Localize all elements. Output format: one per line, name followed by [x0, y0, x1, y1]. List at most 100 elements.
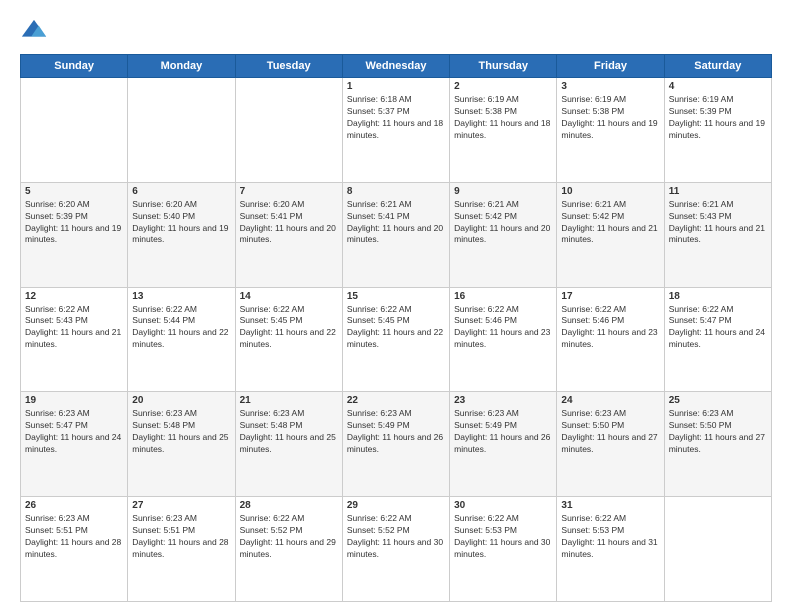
- sunrise-label: Sunrise: 6:22 AM: [347, 513, 412, 523]
- sunset-label: Sunset: 5:39 PM: [669, 106, 732, 116]
- daylight-label: Daylight: 11 hours and 28 minutes.: [25, 537, 121, 559]
- calendar-cell-2-5: 17Sunrise: 6:22 AMSunset: 5:46 PMDayligh…: [557, 287, 664, 392]
- calendar-cell-2-0: 12 Sunrise: 6:22 AMSunset: 5:43 PMDayligh…: [21, 287, 128, 392]
- weekday-header-sunday: Sunday: [21, 55, 128, 78]
- day-number: 21: [240, 395, 338, 406]
- daylight-label: Daylight: 11 hours and 25 minutes.: [240, 432, 336, 454]
- weekday-header-monday: Monday: [128, 55, 235, 78]
- calendar-cell-2-2: 14Sunrise: 6:22 AMSunset: 5:45 PMDayligh…: [235, 287, 342, 392]
- day-info: Sunrise: 6:20 AMSunset: 5:40 PMDaylight:…: [132, 199, 230, 247]
- sunrise-label: Sunrise: 6:23 AM: [669, 408, 734, 418]
- calendar-cell-4-0: 26Sunrise: 6:23 AMSunset: 5:51 PMDayligh…: [21, 497, 128, 602]
- day-info: Sunrise: 6:22 AMSunset: 5:45 PMDaylight:…: [240, 304, 338, 352]
- calendar-cell-3-6: 25Sunrise: 6:23 AMSunset: 5:50 PMDayligh…: [664, 392, 771, 497]
- daylight-label: Daylight: 11 hours and 30 minutes.: [347, 537, 443, 559]
- daylight-label: Daylight: 11 hours and 20 minutes.: [240, 223, 336, 245]
- sunrise-label: Sunrise: 6:22 AM: [347, 304, 412, 314]
- week-row-0: 1Sunrise: 6:18 AMSunset: 5:37 PMDaylight…: [21, 78, 772, 183]
- day-number: 5: [25, 186, 123, 197]
- day-info: Sunrise: 6:22 AMSunset: 5:43 PMDaylight:…: [25, 304, 123, 352]
- day-number: 12: [25, 291, 123, 302]
- day-info: Sunrise: 6:23 AMSunset: 5:49 PMDaylight:…: [347, 408, 445, 456]
- day-info: Sunrise: 6:21 AMSunset: 5:42 PMDaylight:…: [561, 199, 659, 247]
- sunrise-label: Sunrise: 6:20 AM: [240, 199, 305, 209]
- day-info: Sunrise: 6:20 AM Sunset: 5:39 PM Daylight:…: [25, 199, 123, 247]
- calendar-cell-4-4: 30Sunrise: 6:22 AMSunset: 5:53 PMDayligh…: [450, 497, 557, 602]
- sunset-label: Sunset: 5:46 PM: [561, 315, 624, 325]
- calendar-cell-1-0: 5 Sunrise: 6:20 AM Sunset: 5:39 PM Daylight…: [21, 182, 128, 287]
- day-info: Sunrise: 6:22 AMSunset: 5:46 PMDaylight:…: [561, 304, 659, 352]
- sunrise-label: Sunrise: 6:22 AM: [240, 304, 305, 314]
- day-info: Sunrise: 6:23 AMSunset: 5:50 PMDaylight:…: [669, 408, 767, 456]
- sunset-label: Sunset: 5:49 PM: [347, 420, 410, 430]
- day-info: Sunrise: 6:22 AMSunset: 5:46 PMDaylight:…: [454, 304, 552, 352]
- day-number: 4: [669, 81, 767, 92]
- sunset-label: Sunset: 5:42 PM: [454, 211, 517, 221]
- sunset-label: Sunset: 5:43 PM: [25, 315, 88, 325]
- day-info: Sunrise: 6:21 AM Sunset: 5:43 PM Daylight:…: [669, 199, 767, 247]
- sunset-label: Sunset: 5:51 PM: [132, 525, 195, 535]
- day-number: 3: [561, 81, 659, 92]
- day-number: 24: [561, 395, 659, 406]
- sunrise-label: Sunrise: 6:20 AM: [132, 199, 197, 209]
- day-info: Sunrise: 6:19 AMSunset: 5:38 PMDaylight:…: [561, 94, 659, 142]
- week-row-2: 12Sunrise: 6:22 AMSunset: 5:43 PMDayligh…: [21, 287, 772, 392]
- sunrise-label: Sunrise: 6:20 AM: [25, 199, 90, 209]
- sunrise-label: Sunrise: 6:21 AM: [669, 199, 734, 209]
- day-number: 15: [347, 291, 445, 302]
- sunset-label: Sunset: 5:52 PM: [347, 525, 410, 535]
- sunrise-label: Sunrise: 6:22 AM: [669, 304, 734, 314]
- calendar-cell-0-3: 1Sunrise: 6:18 AMSunset: 5:37 PMDaylight…: [342, 78, 449, 183]
- sunset-label: Sunset: 5:47 PM: [25, 420, 88, 430]
- sunrise-label: Sunrise: 6:21 AM: [347, 199, 412, 209]
- calendar-cell-1-4: 9Sunrise: 6:21 AMSunset: 5:42 PMDaylight…: [450, 182, 557, 287]
- calendar-cell-3-0: 19Sunrise: 6:23 AMSunset: 5:47 PMDayligh…: [21, 392, 128, 497]
- weekday-header-friday: Friday: [557, 55, 664, 78]
- sunset-label: Sunset: 5:44 PM: [132, 315, 195, 325]
- day-number: 23: [454, 395, 552, 406]
- daylight-label: Daylight: 11 hours and 20 minutes.: [454, 223, 550, 245]
- day-number: 10: [561, 186, 659, 197]
- day-number: 22: [347, 395, 445, 406]
- sunset-label: Sunset: 5:52 PM: [240, 525, 303, 535]
- sunrise-label: Sunrise: 6:22 AM: [132, 304, 197, 314]
- daylight-label: Daylight: 11 hours and 22 minutes.: [347, 327, 443, 349]
- daylight-label: Daylight: 11 hours and 26 minutes.: [454, 432, 550, 454]
- sunrise-label: Sunrise: 6:22 AM: [454, 513, 519, 523]
- sunrise-label: Sunrise: 6:22 AM: [454, 304, 519, 314]
- sunset-label: Sunset: 5:38 PM: [561, 106, 624, 116]
- calendar-cell-2-1: 13Sunrise: 6:22 AMSunset: 5:44 PMDayligh…: [128, 287, 235, 392]
- day-info: Sunrise: 6:23 AMSunset: 5:51 PMDaylight:…: [132, 513, 230, 561]
- day-number: 2: [454, 81, 552, 92]
- sunset-label: Sunset: 5:45 PM: [240, 315, 303, 325]
- sunrise-label: Sunrise: 6:22 AM: [561, 513, 626, 523]
- day-info: Sunrise: 6:23 AMSunset: 5:48 PMDaylight:…: [240, 408, 338, 456]
- sunset-label: Sunset: 5:43 PM: [669, 211, 732, 221]
- sunset-label: Sunset: 5:51 PM: [25, 525, 88, 535]
- sunrise-label: Sunrise: 6:22 AM: [240, 513, 305, 523]
- sunrise-label: Sunrise: 6:23 AM: [132, 513, 197, 523]
- calendar-table: SundayMondayTuesdayWednesdayThursdayFrid…: [20, 54, 772, 602]
- calendar-cell-3-1: 20Sunrise: 6:23 AMSunset: 5:48 PMDayligh…: [128, 392, 235, 497]
- day-info: Sunrise: 6:20 AM Sunset: 5:41 PM Daylight:…: [240, 199, 338, 247]
- daylight-label: Daylight: 11 hours and 24 minutes.: [669, 327, 765, 349]
- sunset-label: Sunset: 5:41 PM: [240, 211, 303, 221]
- sunset-label: Sunset: 5:47 PM: [669, 315, 732, 325]
- daylight-label: Daylight: 11 hours and 22 minutes.: [132, 327, 228, 349]
- week-row-4: 26Sunrise: 6:23 AMSunset: 5:51 PMDayligh…: [21, 497, 772, 602]
- day-number: 19: [25, 395, 123, 406]
- page: SundayMondayTuesdayWednesdayThursdayFrid…: [0, 0, 792, 612]
- daylight-label: Daylight: 11 hours and 23 minutes.: [561, 327, 657, 349]
- sunset-label: Sunset: 5:39 PM: [25, 211, 88, 221]
- calendar-cell-0-0: [21, 78, 128, 183]
- sunset-label: Sunset: 5:37 PM: [347, 106, 410, 116]
- day-number: 11: [669, 186, 767, 197]
- daylight-label: Daylight: 11 hours and 19 minutes.: [25, 223, 121, 245]
- day-info: Sunrise: 6:22 AMSunset: 5:45 PMDaylight:…: [347, 304, 445, 352]
- daylight-label: Daylight: 11 hours and 19 minutes.: [132, 223, 228, 245]
- sunrise-label: Sunrise: 6:23 AM: [561, 408, 626, 418]
- sunset-label: Sunset: 5:41 PM: [347, 211, 410, 221]
- calendar-cell-2-6: 18Sunrise: 6:22 AMSunset: 5:47 PMDayligh…: [664, 287, 771, 392]
- daylight-label: Daylight: 11 hours and 31 minutes.: [561, 537, 657, 559]
- daylight-label: Daylight: 11 hours and 21 minutes.: [669, 223, 765, 245]
